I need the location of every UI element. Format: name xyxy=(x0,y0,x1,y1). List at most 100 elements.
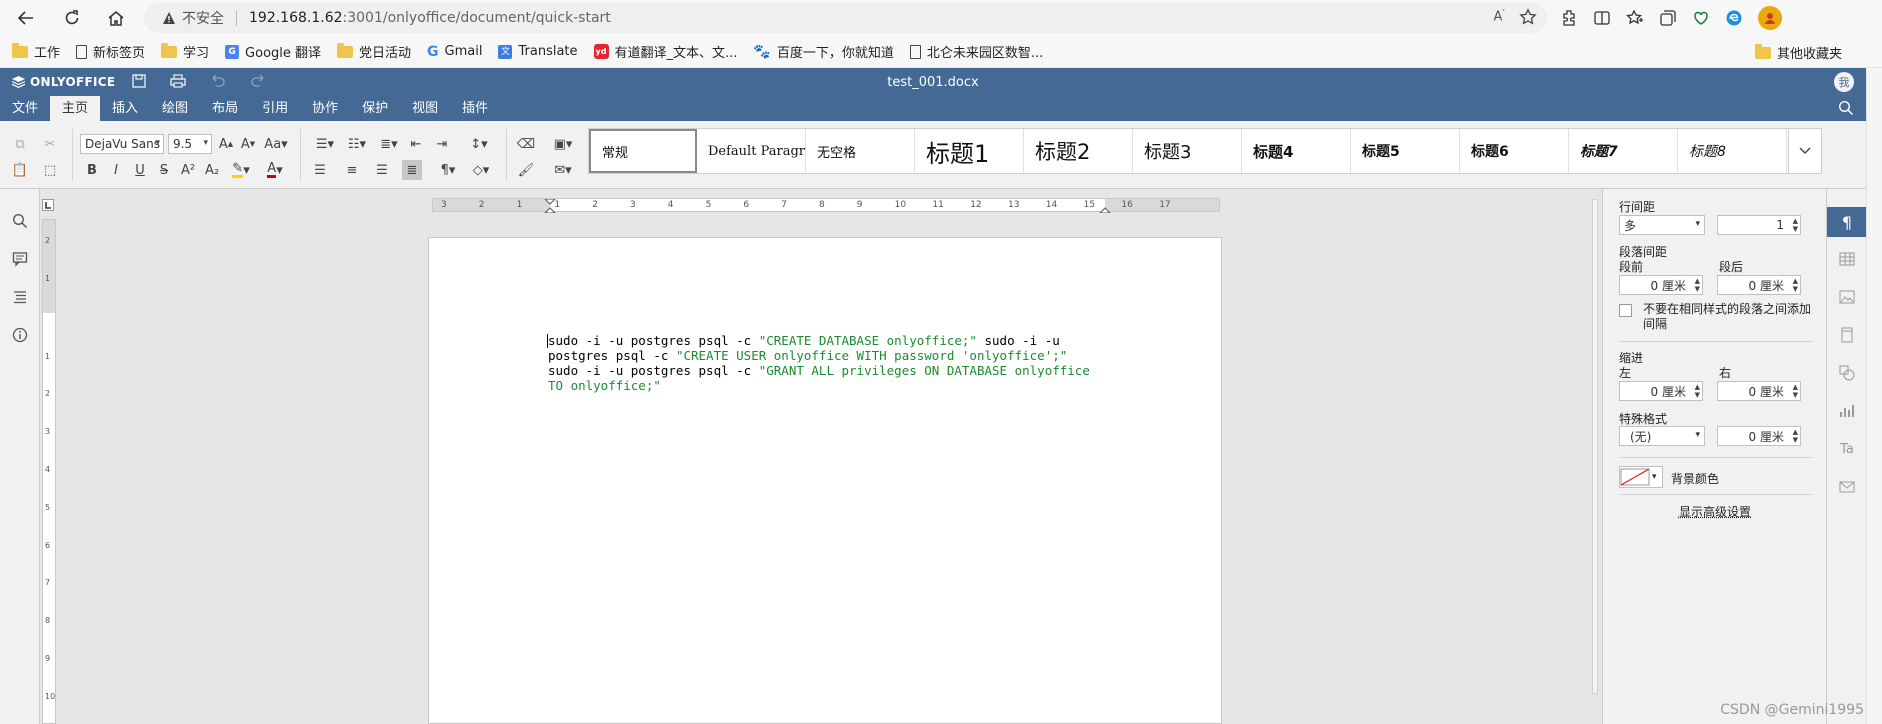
right-indent-marker-icon[interactable] xyxy=(1099,199,1111,213)
page-scrollbar[interactable] xyxy=(1866,68,1882,724)
bullets-icon[interactable]: ☰▾ xyxy=(310,134,340,154)
align-right-icon[interactable]: ☰ xyxy=(372,160,392,180)
bookmark-item[interactable]: 文 Translate xyxy=(498,44,578,59)
spinner-icon[interactable]: ▲ ▼ xyxy=(1793,277,1798,293)
decrease-font-icon[interactable]: A ▼ xyxy=(238,134,258,154)
table-settings-tab[interactable] xyxy=(1827,244,1867,274)
paste-icon[interactable]: 📋 xyxy=(10,160,30,180)
shading-icon[interactable]: ◇▾ xyxy=(466,160,496,180)
spinner-icon[interactable]: ▲ ▼ xyxy=(1695,383,1700,399)
line-spacing-mode-select[interactable]: 多 ▾ xyxy=(1619,215,1705,235)
spacing-after-input[interactable]: 0 厘米 ▲ ▼ xyxy=(1717,275,1801,295)
subscript-icon[interactable]: A₂ xyxy=(202,160,222,180)
mail-merge-tab[interactable] xyxy=(1827,472,1867,502)
address-bar[interactable]: 不安全 192.168.1.62 :3001/onlyoffice/docume… xyxy=(144,3,1547,33)
vertical-ruler[interactable]: 2 1 1 2 3 4 5 6 7 8 9 10 xyxy=(42,219,56,724)
performance-icon[interactable] xyxy=(1692,9,1710,27)
chart-settings-tab[interactable] xyxy=(1827,396,1867,426)
style-default-paragraph[interactable]: Default Paragra xyxy=(697,129,806,173)
shape-settings-tab[interactable] xyxy=(1827,358,1867,388)
bookmark-item[interactable]: G Google 翻译 xyxy=(225,42,321,61)
bookmark-item[interactable]: 工作 xyxy=(12,42,60,61)
vertical-scrollbar[interactable] xyxy=(1588,189,1602,724)
search-icon[interactable] xyxy=(10,211,30,231)
favorite-star-icon[interactable] xyxy=(1519,8,1537,26)
profile-avatar[interactable] xyxy=(1758,6,1782,30)
tab-collaboration[interactable]: 协作 xyxy=(300,96,350,121)
increase-indent-icon[interactable]: ⇥ xyxy=(432,134,452,154)
tab-protection[interactable]: 保护 xyxy=(350,96,400,121)
indent-marker-icon[interactable] xyxy=(544,199,556,213)
color-scheme-icon[interactable]: ▣▾ xyxy=(548,134,578,154)
decrease-indent-icon[interactable]: ⇤ xyxy=(406,134,426,154)
style-heading7[interactable]: 标题7 xyxy=(1569,129,1678,173)
superscript-icon[interactable]: A² xyxy=(178,160,198,180)
document-text[interactable]: sudo -i -u postgres psql -c "CREATE DATA… xyxy=(548,333,1108,393)
navigation-icon[interactable] xyxy=(10,287,30,307)
copy-style-icon[interactable]: 🖌 xyxy=(516,160,536,180)
style-no-spacing[interactable]: 无空格 xyxy=(806,129,915,173)
textart-settings-tab[interactable]: Ta xyxy=(1827,434,1867,464)
bold-icon[interactable]: B xyxy=(82,160,102,180)
increase-font-icon[interactable]: A ▲ xyxy=(216,134,236,154)
copy-icon[interactable]: ⧉ xyxy=(10,134,30,154)
other-bookmarks[interactable]: 其他收藏夹 xyxy=(1754,43,1842,62)
change-case-icon[interactable]: Aa▾ xyxy=(262,134,290,154)
special-format-amount-input[interactable]: 0 厘米 ▲ ▼ xyxy=(1717,426,1801,446)
align-left-icon[interactable]: ☰ xyxy=(310,160,330,180)
collections-icon[interactable] xyxy=(1659,9,1677,27)
style-normal[interactable]: 常规 xyxy=(589,129,697,173)
comments-icon[interactable] xyxy=(10,249,30,269)
mail-merge-icon[interactable]: ✉▾ xyxy=(548,160,578,180)
tab-insert[interactable]: 插入 xyxy=(100,96,150,121)
tab-layout[interactable]: 布局 xyxy=(200,96,250,121)
tab-stop-selector[interactable] xyxy=(42,199,54,211)
bookmark-item[interactable]: 党日活动 xyxy=(337,42,411,61)
search-icon[interactable] xyxy=(1838,100,1854,116)
favorites-icon[interactable] xyxy=(1626,9,1644,27)
header-footer-tab[interactable] xyxy=(1827,320,1867,350)
font-color-icon[interactable]: A ▾ xyxy=(260,160,290,180)
back-button[interactable] xyxy=(8,0,44,36)
advanced-settings-link[interactable]: 显示高级设置 xyxy=(1603,503,1827,520)
bookmark-item[interactable]: 新标签页 xyxy=(76,42,145,61)
tab-file[interactable]: 文件 xyxy=(0,96,50,121)
spacing-before-input[interactable]: 0 厘米 ▲ ▼ xyxy=(1619,275,1703,295)
tab-home[interactable]: 主页 xyxy=(50,96,101,121)
bookmark-item[interactable]: 北仑未来园区数智... xyxy=(909,42,1043,61)
paragraph-settings-tab[interactable]: ¶ xyxy=(1827,207,1867,237)
style-heading5[interactable]: 标题5 xyxy=(1351,129,1460,173)
background-color-picker[interactable]: ▾ xyxy=(1619,466,1663,488)
edge-icon[interactable] xyxy=(1725,9,1743,27)
user-avatar[interactable]: 我 xyxy=(1834,72,1854,92)
split-screen-icon[interactable] xyxy=(1593,9,1611,27)
select-all-icon[interactable]: ⬚ xyxy=(40,160,60,180)
line-spacing-icon[interactable]: ↕▾ xyxy=(464,134,494,154)
spinner-icon[interactable]: ▲ ▼ xyxy=(1793,428,1798,444)
paragraph-marks-icon[interactable]: ¶▾ xyxy=(434,160,462,180)
font-size-select[interactable]: 9.5 ▾ xyxy=(168,134,212,154)
italic-icon[interactable]: I xyxy=(106,160,126,180)
spinner-icon[interactable]: ▲ ▼ xyxy=(1793,383,1798,399)
document-page[interactable]: sudo -i -u postgres psql -c "CREATE DATA… xyxy=(428,237,1222,724)
bookmark-item[interactable]: yd 有道翻译_文本、文... xyxy=(593,42,737,61)
home-button[interactable] xyxy=(98,0,134,36)
cut-icon[interactable]: ✂ xyxy=(40,134,60,154)
reload-button[interactable] xyxy=(54,0,90,36)
bookmark-item[interactable]: G Gmail xyxy=(427,44,482,60)
tab-draw[interactable]: 绘图 xyxy=(150,96,200,121)
strikethrough-icon[interactable]: S xyxy=(154,160,174,180)
style-heading4[interactable]: 标题4 xyxy=(1242,129,1351,173)
tab-plugins[interactable]: 插件 xyxy=(450,96,500,121)
justify-icon[interactable]: ≣ xyxy=(402,160,422,180)
indent-left-input[interactable]: 0 厘米 ▲ ▼ xyxy=(1619,381,1703,401)
highlight-color-icon[interactable]: ✎ ▾ xyxy=(226,160,256,180)
tab-view[interactable]: 视图 xyxy=(400,96,450,121)
info-icon[interactable] xyxy=(10,325,30,345)
no-space-checkbox[interactable] xyxy=(1619,304,1632,317)
style-heading3[interactable]: 标题3 xyxy=(1133,129,1242,173)
image-settings-tab[interactable] xyxy=(1827,282,1867,312)
special-format-select[interactable]: (无) ▾ xyxy=(1619,426,1705,446)
styles-expand-button[interactable] xyxy=(1788,128,1822,174)
bookmark-item[interactable]: 🐾 百度一下，你就知道 xyxy=(753,42,893,62)
